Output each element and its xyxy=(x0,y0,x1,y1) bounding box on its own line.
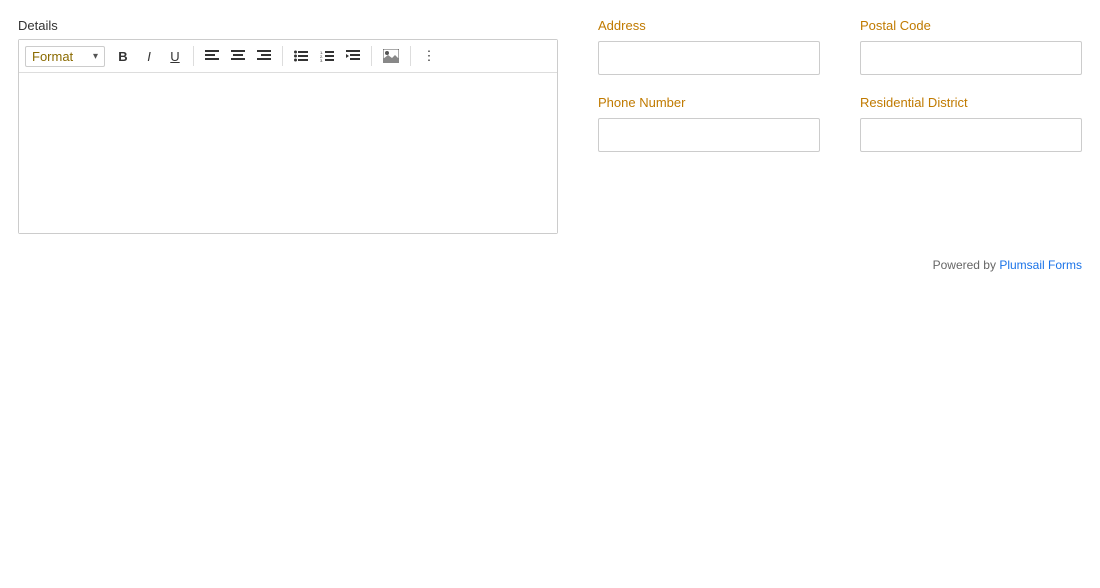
address-label: Address xyxy=(598,18,820,33)
powered-by-text: Powered by xyxy=(933,258,1000,272)
fields-row-1: Address Postal Code xyxy=(598,18,1082,75)
postal-code-field-group: Postal Code xyxy=(860,18,1082,75)
unordered-list-icon xyxy=(294,50,308,62)
insert-image-button[interactable] xyxy=(378,44,404,68)
chevron-down-icon: ▾ xyxy=(93,51,98,62)
address-field-group: Address xyxy=(598,18,820,75)
ordered-list-button[interactable]: 1. 2. 3. xyxy=(315,44,339,68)
bold-button[interactable]: B xyxy=(111,44,135,68)
align-left-icon xyxy=(205,50,219,62)
more-options-button[interactable]: ⋮ xyxy=(417,44,441,68)
toolbar-divider-4 xyxy=(410,46,411,66)
unordered-list-button[interactable] xyxy=(289,44,313,68)
residential-district-field-group: Residential District xyxy=(860,95,1082,152)
editor-toolbar: Format ▾ B I U xyxy=(19,40,557,73)
postal-code-label: Postal Code xyxy=(860,18,1082,33)
details-label: Details xyxy=(18,18,558,33)
align-right-icon xyxy=(257,50,271,62)
editor-content-area[interactable] xyxy=(19,73,557,233)
align-center-icon xyxy=(231,50,245,62)
ordered-list-icon: 1. 2. 3. xyxy=(320,50,334,62)
address-input[interactable] xyxy=(598,41,820,75)
plumsail-forms-link[interactable]: Plumsail Forms xyxy=(999,258,1082,272)
italic-button[interactable]: I xyxy=(137,44,161,68)
details-section: Details Format ▾ B I U xyxy=(18,18,558,234)
svg-text:3.: 3. xyxy=(320,58,323,62)
fields-row-2: Phone Number Residential District xyxy=(598,95,1082,152)
align-left-button[interactable] xyxy=(200,44,224,68)
editor-wrapper: Format ▾ B I U xyxy=(18,39,558,234)
powered-by-footer: Powered by Plumsail Forms xyxy=(933,258,1082,272)
form-fields-section: Address Postal Code Phone Number Residen… xyxy=(598,18,1082,234)
align-center-button[interactable] xyxy=(226,44,250,68)
underline-button[interactable]: U xyxy=(163,44,187,68)
phone-number-field-group: Phone Number xyxy=(598,95,820,152)
toolbar-divider-3 xyxy=(371,46,372,66)
phone-number-label: Phone Number xyxy=(598,95,820,110)
phone-number-input[interactable] xyxy=(598,118,820,152)
postal-code-input[interactable] xyxy=(860,41,1082,75)
residential-district-label: Residential District xyxy=(860,95,1082,110)
indent-icon xyxy=(346,50,360,62)
indent-button[interactable] xyxy=(341,44,365,68)
toolbar-divider-2 xyxy=(282,46,283,66)
format-dropdown-label: Format xyxy=(32,49,73,64)
format-dropdown[interactable]: Format ▾ xyxy=(25,46,105,67)
residential-district-input[interactable] xyxy=(860,118,1082,152)
image-icon xyxy=(383,49,399,63)
toolbar-divider-1 xyxy=(193,46,194,66)
align-right-button[interactable] xyxy=(252,44,276,68)
